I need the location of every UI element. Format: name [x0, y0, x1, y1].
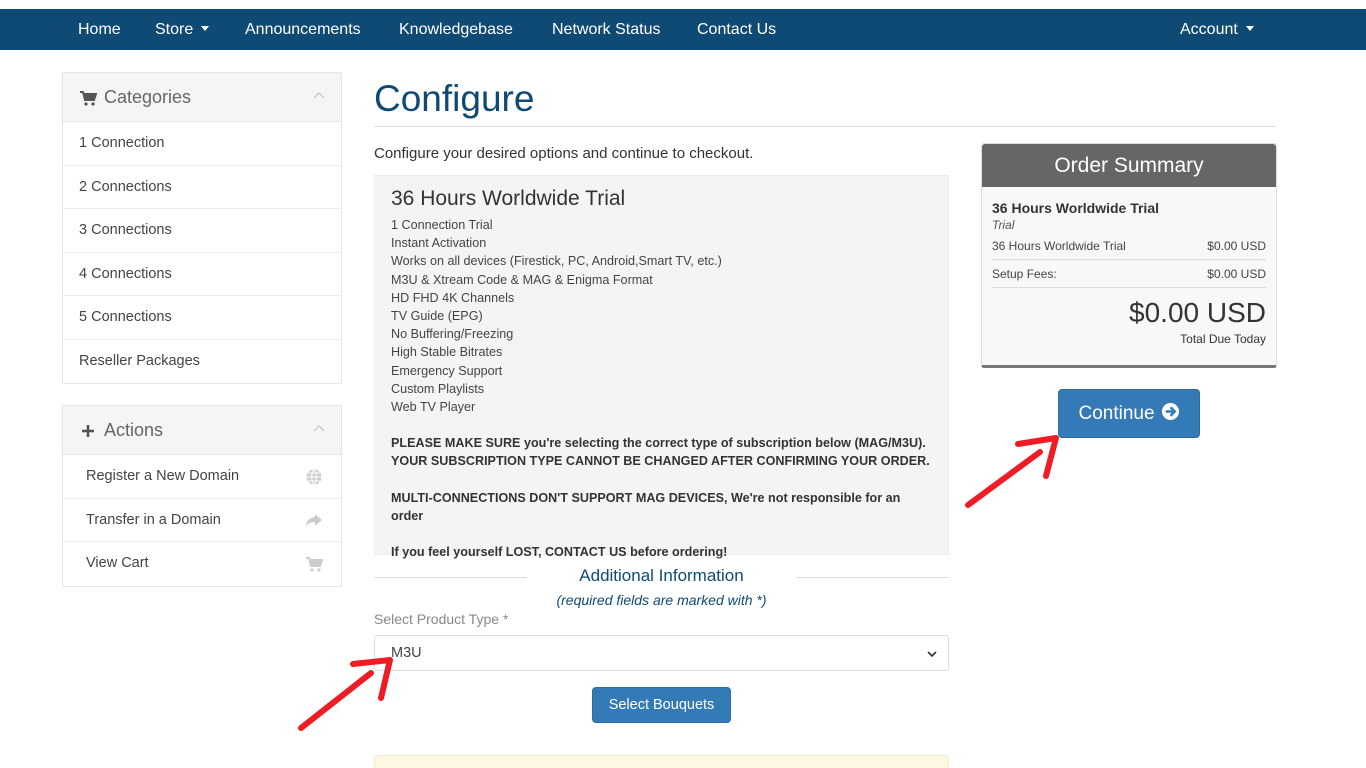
notice-cannot-change: YOUR SUBSCRIPTION TYPE CANNOT BE CHANGED… [391, 454, 930, 469]
summary-line-label: 36 Hours Worldwide Trial [992, 239, 1126, 253]
categories-panel: Categories 1 Connection 2 Connections 3 … [62, 72, 342, 384]
top-strip [0, 0, 1366, 9]
notice-multi-connections: MULTI-CONNECTIONS DON'T SUPPORT MAG DEVI… [391, 490, 901, 523]
summary-line-label: Setup Fees: [992, 267, 1057, 281]
feature-item: High Stable Bitrates [391, 345, 503, 360]
category-item[interactable]: 2 Connections [63, 166, 341, 209]
continue-label: Continue [1078, 403, 1155, 424]
order-summary-title: Order Summary [982, 144, 1276, 187]
arrow-circle-right-icon [1161, 403, 1179, 421]
action-label: Register a New Domain [86, 468, 240, 484]
feature-item: Emergency Support [391, 363, 503, 378]
intro-text: Configure your desired options and conti… [374, 145, 754, 162]
summary-line-value: $0.00 USD [1207, 239, 1266, 253]
plus-icon [82, 425, 94, 437]
action-label: Transfer in a Domain [86, 511, 221, 528]
feature-item: Works on all devices (Firestick, PC, And… [391, 254, 722, 269]
nav-contact-us[interactable]: Contact Us [697, 9, 776, 50]
nav-account[interactable]: Account [1180, 9, 1254, 50]
product-type-select[interactable]: M3U [374, 635, 949, 671]
feature-item: Instant Activation [391, 236, 487, 251]
category-item[interactable]: 1 Connection [63, 122, 341, 166]
action-transfer-domain[interactable]: Transfer in a Domain [63, 499, 341, 542]
order-summary-body: 36 Hours Worldwide Trial Trial 36 Hours … [982, 187, 1276, 346]
feature-item: TV Guide (EPG) [391, 309, 483, 324]
category-item[interactable]: 3 Connections [63, 209, 341, 253]
globe-icon [306, 469, 322, 485]
cart-icon [306, 557, 323, 572]
actions-panel: Actions Register a New Domain Transfer i… [62, 405, 342, 587]
category-item[interactable]: Reseller Packages [63, 340, 341, 384]
caret-down-icon [1245, 26, 1254, 32]
nav-store-label: Store [155, 21, 194, 38]
nav-home[interactable]: Home [78, 9, 121, 50]
select-bouquets-button[interactable]: Select Bouquets [592, 687, 731, 723]
category-item[interactable]: 5 Connections [63, 296, 341, 340]
feature-item: 1 Connection Trial [391, 218, 493, 232]
feature-item: No Buffering/Freezing [391, 327, 514, 342]
annotation-arrow-icon [965, 435, 1059, 508]
categories-panel-header[interactable]: Categories [63, 73, 341, 122]
page-title: Configure [374, 78, 535, 119]
actions-panel-header[interactable]: Actions [63, 406, 341, 455]
category-item[interactable]: 4 Connections [63, 253, 341, 296]
alert-box [374, 755, 949, 768]
chevron-up-icon[interactable] [313, 90, 325, 102]
feature-item: HD FHD 4K Channels [391, 290, 515, 305]
actions-title: Actions [104, 420, 164, 440]
feature-item: Web TV Player [391, 400, 476, 415]
product-type-label: Select Product Type * [374, 611, 509, 627]
summary-line-value: $0.00 USD [1207, 267, 1266, 281]
order-summary-panel: Order Summary 36 Hours Worldwide Trial T… [981, 143, 1277, 368]
action-view-cart[interactable]: View Cart [63, 542, 341, 586]
summary-line-product: 36 Hours Worldwide Trial $0.00 USD [992, 232, 1266, 260]
additional-info-title: Additional Information [579, 566, 744, 585]
cart-icon [80, 91, 97, 106]
notice-contact-us: If you feel yourself LOST, CONTACT US be… [391, 545, 728, 560]
required-fields-note: (required fields are marked with *) [556, 592, 767, 608]
annotation-arrow-icon [298, 657, 393, 731]
action-label: View Cart [86, 555, 149, 571]
nav-announcements[interactable]: Announcements [245, 9, 361, 50]
action-register-domain[interactable]: Register a New Domain [63, 455, 341, 499]
main-navbar: Home Store Announcements Knowledgebase N… [0, 9, 1366, 50]
caret-down-icon [201, 26, 210, 32]
nav-store[interactable]: Store [155, 9, 210, 50]
summary-total-label: Total Due Today [1180, 332, 1266, 346]
summary-product-name: 36 Hours Worldwide Trial [992, 200, 1160, 216]
summary-product-group: Trial [992, 218, 1015, 232]
product-name: 36 Hours Worldwide Trial [391, 187, 626, 210]
feature-item: M3U & Xtream Code & MAG & Enigma Format [391, 272, 653, 287]
summary-line-setup: Setup Fees: $0.00 USD [992, 260, 1266, 288]
feature-item: Custom Playlists [391, 381, 485, 396]
notice-subscription-type: PLEASE MAKE SURE you're selecting the co… [391, 436, 926, 451]
nav-knowledgebase[interactable]: Knowledgebase [399, 9, 513, 50]
share-arrow-icon [306, 513, 322, 527]
continue-button[interactable]: Continue [1058, 389, 1200, 438]
chevron-up-icon[interactable] [313, 423, 325, 435]
nav-account-label: Account [1180, 21, 1238, 38]
title-divider [374, 126, 1276, 127]
chevron-down-icon [927, 651, 937, 658]
product-info-box: 36 Hours Worldwide Trial 1 Connection Tr… [374, 175, 949, 559]
categories-title: Categories [104, 87, 192, 107]
nav-network-status[interactable]: Network Status [552, 9, 660, 50]
summary-total: $0.00 USD [1129, 297, 1266, 328]
